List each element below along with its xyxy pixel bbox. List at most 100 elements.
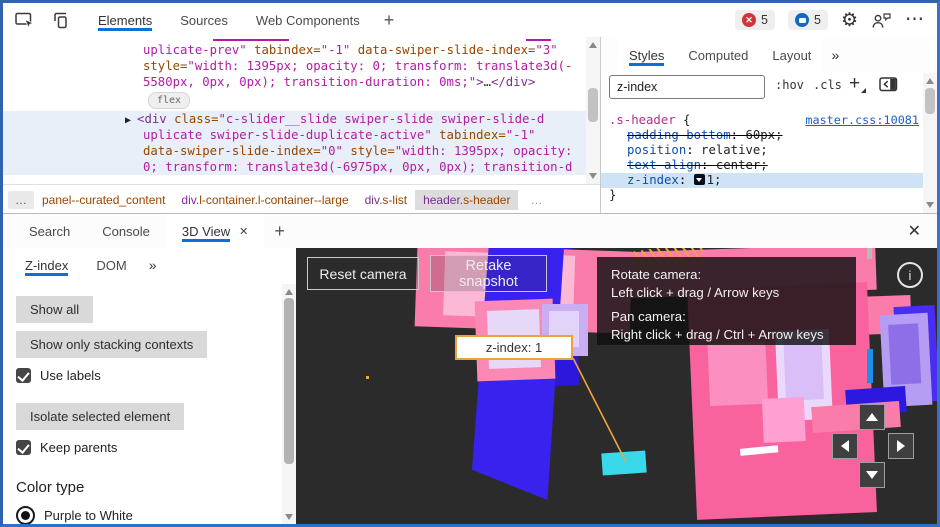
tab-z-index[interactable]: Z-index xyxy=(11,248,82,282)
use-labels-checkbox[interactable]: Use labels xyxy=(16,368,296,383)
code-token: tabindex= xyxy=(439,128,506,142)
3d-sidebar-scrollbar[interactable] xyxy=(282,284,296,525)
arrow-right-icon xyxy=(897,440,905,452)
breadcrumb-item[interactable]: header.s-header xyxy=(415,190,518,210)
pan-down-button[interactable] xyxy=(859,462,885,488)
scrollbar-thumb[interactable] xyxy=(925,88,935,114)
pan-up-button[interactable] xyxy=(859,404,885,430)
reveal-in-3d-icon[interactable] xyxy=(694,174,705,185)
tab-console[interactable]: Console xyxy=(86,214,166,248)
code-line[interactable]: uplicate swiper-slide-duplicate-active" … xyxy=(3,127,586,143)
scene-selected-element-highlight xyxy=(601,450,646,475)
more-tabs-chevron-icon[interactable]: » xyxy=(141,248,165,282)
code-token: "-1" xyxy=(506,128,536,142)
close-drawer-icon[interactable]: ✕ xyxy=(902,214,927,248)
more-tabs-chevron-icon[interactable]: » xyxy=(823,37,847,73)
add-tab-button[interactable]: + xyxy=(374,3,405,37)
css-property-row[interactable]: padding-bottom: 60px; xyxy=(601,128,937,143)
tab-search[interactable]: Search xyxy=(13,214,86,248)
checkbox-checked-icon xyxy=(16,440,31,455)
code-line[interactable]: flex xyxy=(3,90,586,111)
code-line[interactable]: data-swiper-slide-index="0" style="width… xyxy=(3,143,586,159)
dom-tree[interactable]: uplicate-prev" tabindex="-1" data-swiper… xyxy=(3,37,586,184)
tab-dom[interactable]: DOM xyxy=(82,248,140,282)
styles-sidebar: Styles Computed Layout » :hov .cls + .s-… xyxy=(600,37,937,213)
computed-sidebar-toggle-icon[interactable] xyxy=(879,77,898,97)
style-filter-input[interactable] xyxy=(609,75,765,99)
new-style-rule-button[interactable]: + xyxy=(849,73,860,95)
code-line[interactable]: style="width: 1395px; opacity: 0; transf… xyxy=(3,58,586,74)
info-icon[interactable]: i xyxy=(897,262,923,288)
toggle-hover-state-button[interactable]: :hov xyxy=(775,78,804,92)
expand-arrow-icon[interactable]: ▶ xyxy=(125,115,137,126)
show-stacking-contexts-button[interactable]: Show only stacking contexts xyxy=(16,331,207,358)
code-line[interactable]: ▶ <div class="c-slider__slide swiper-sli… xyxy=(3,111,586,127)
code-token: "-1" xyxy=(321,43,358,57)
elements-scrollbar[interactable] xyxy=(586,37,600,184)
code-token: tabindex= xyxy=(254,43,321,57)
feedback-person-icon[interactable] xyxy=(871,12,892,29)
code-line[interactable]: 0; transform: translate3d(-6975px, 0px, … xyxy=(3,159,586,175)
code-line[interactable]: uplicate-prev" tabindex="-1" data-swiper… xyxy=(3,42,586,58)
scene-box xyxy=(740,445,778,456)
code-line[interactable]: 5580px, 0px, 0px); transition-duration: … xyxy=(3,74,586,90)
3d-scene-canvas[interactable]: z-index: 1 Reset camera Retake snapshot … xyxy=(296,248,937,525)
scroll-up-icon[interactable] xyxy=(285,289,293,295)
breadcrumb-item[interactable]: panel--curated_content xyxy=(34,190,173,210)
tab-3d-view[interactable]: 3D View ✕ xyxy=(166,214,264,248)
code-token: data-swiper-slide-index= xyxy=(358,43,536,57)
show-all-button[interactable]: Show all xyxy=(16,296,93,323)
code-token: "c-slider__slide swiper-slide swiper-sli… xyxy=(219,112,545,126)
scroll-down-icon[interactable] xyxy=(285,514,293,520)
tab-computed[interactable]: Computed xyxy=(676,37,760,73)
settings-gear-icon[interactable]: ⚙ xyxy=(841,11,858,30)
css-selector[interactable]: .s-header xyxy=(609,113,676,127)
breadcrumb-overflow[interactable]: … xyxy=(8,191,34,209)
add-drawer-tab-button[interactable]: + xyxy=(264,214,295,248)
stylesheet-source-link[interactable]: master.css:10081 xyxy=(805,113,919,128)
code-token: "0" xyxy=(321,144,351,158)
inspect-element-icon[interactable] xyxy=(15,12,35,29)
code-token: 0; transform: translate3d(-6975px, 0px, … xyxy=(143,160,572,174)
tab-styles[interactable]: Styles xyxy=(617,37,676,73)
pan-left-button[interactable] xyxy=(832,433,858,459)
breadcrumb-item[interactable]: div.s-list xyxy=(357,190,415,210)
css-property-value: center; xyxy=(716,158,768,172)
breadcrumb-item[interactable]: div.l-container.l-container--large xyxy=(173,190,356,210)
scene-box xyxy=(783,337,824,401)
scroll-down-icon[interactable] xyxy=(926,202,934,208)
issues-badge[interactable]: 5 xyxy=(788,10,828,30)
pan-camera-title: Pan camera: xyxy=(611,308,856,326)
tab-layout[interactable]: Layout xyxy=(760,37,823,73)
scrollbar-thumb[interactable] xyxy=(284,298,294,464)
flex-badge[interactable]: flex xyxy=(148,92,190,109)
issues-icon xyxy=(795,13,809,27)
isolate-element-button[interactable]: Isolate selected element xyxy=(16,403,184,430)
close-tab-icon[interactable]: ✕ xyxy=(239,225,248,238)
checkbox-checked-icon xyxy=(16,368,31,383)
css-property-value: 1; xyxy=(707,173,722,187)
tab-elements[interactable]: Elements xyxy=(84,3,166,37)
retake-snapshot-button[interactable]: Retake snapshot xyxy=(430,255,547,292)
css-property-row[interactable]: z-index: 1; xyxy=(601,173,937,188)
scroll-down-icon[interactable] xyxy=(589,173,597,179)
more-menu-icon[interactable]: ⋯ xyxy=(905,14,925,25)
styles-scrollbar[interactable] xyxy=(923,73,937,213)
tab-sources[interactable]: Sources xyxy=(166,3,242,37)
color-type-radio-purple-to-white[interactable]: Purple to White xyxy=(16,506,296,525)
breadcrumb-part: .l-container.l-container--large xyxy=(196,193,349,207)
rotate-camera-title: Rotate camera: xyxy=(611,266,856,284)
tab-web-components[interactable]: Web Components xyxy=(242,3,374,37)
pan-right-button[interactable] xyxy=(888,433,914,459)
toggle-class-button[interactable]: .cls xyxy=(813,78,842,92)
error-badge[interactable]: ✕ 5 xyxy=(735,10,775,30)
breadcrumb-overflow[interactable]: … xyxy=(523,191,549,209)
css-property-row[interactable]: text-align: center; xyxy=(601,158,937,173)
keep-parents-checkbox[interactable]: Keep parents xyxy=(16,440,296,455)
scroll-up-icon[interactable] xyxy=(589,42,597,48)
css-property-row[interactable]: position: relative; xyxy=(601,143,937,158)
scroll-up-icon[interactable] xyxy=(926,78,934,84)
device-emulation-icon[interactable] xyxy=(51,12,70,29)
scrollbar-thumb[interactable] xyxy=(588,88,598,122)
reset-camera-button[interactable]: Reset camera xyxy=(307,257,419,290)
